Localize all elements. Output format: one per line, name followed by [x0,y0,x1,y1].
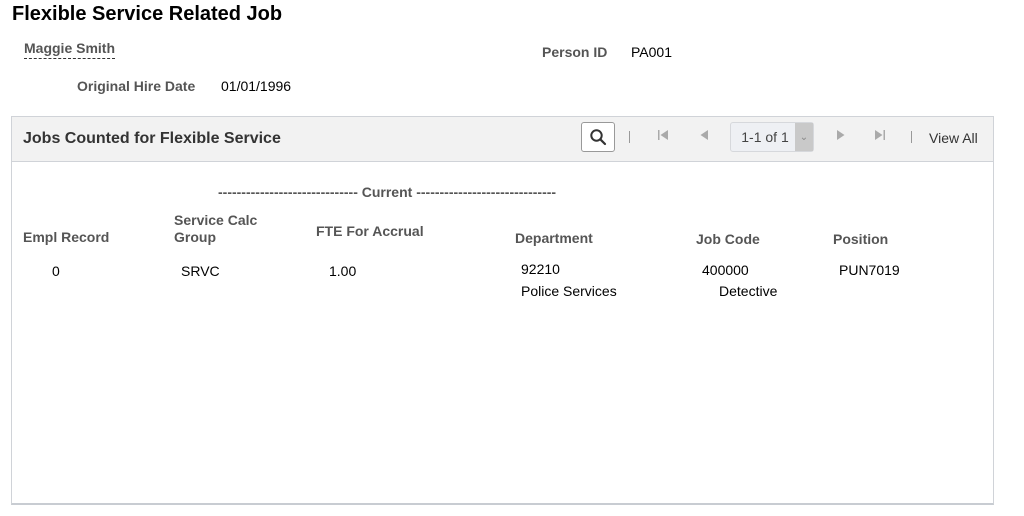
separator [911,131,912,143]
current-group-header: ------------------------------ Current -… [218,184,557,200]
search-button[interactable] [581,122,615,152]
empl-record-cell: 0 [52,263,60,279]
col-header-service-calc-group: Service Calc Group [174,212,257,246]
col-header-line-2: Group [174,229,216,245]
last-page-icon[interactable] [874,129,886,144]
next-page-icon[interactable] [836,129,846,144]
separator [629,131,630,143]
hire-date-value: 01/01/1996 [221,78,292,94]
employee-name-link[interactable]: Maggie Smith [24,40,116,59]
col-header-empl-record: Empl Record [23,229,110,245]
service-calc-group-cell: SRVC [181,263,220,279]
job-title-cell: Detective [719,283,778,299]
pager-text: 1-1 of 1 [741,129,789,145]
grid-title: Jobs Counted for Flexible Service [23,130,281,147]
person-id-label: Person ID [542,44,608,60]
search-icon [590,129,607,146]
previous-page-icon[interactable] [699,129,709,144]
position-cell: PUN7019 [839,262,900,278]
chevron-down-icon[interactable]: ⌄ [795,123,813,151]
view-all-link[interactable]: View All [929,130,978,146]
person-id-value: PA001 [631,44,672,60]
hire-date-label: Original Hire Date [77,78,196,94]
first-page-icon[interactable] [657,129,669,144]
department-name-cell: Police Services [521,283,617,299]
fte-cell: 1.00 [329,263,357,279]
col-header-position: Position [833,231,889,247]
grid-header: Jobs Counted for Flexible Service 1-1 of… [12,117,993,162]
job-code-cell: 400000 [702,262,749,278]
page-selector[interactable]: 1-1 of 1 ⌄ [730,122,814,152]
col-header-department: Department [515,230,593,246]
department-code-cell: 92210 [521,261,560,277]
jobs-grid: Jobs Counted for Flexible Service 1-1 of… [11,116,994,505]
col-header-line-1: Service Calc [174,212,258,228]
page-title: Flexible Service Related Job [12,3,283,25]
col-header-fte: FTE For Accrual [316,223,424,239]
col-header-job-code: Job Code [696,231,760,247]
